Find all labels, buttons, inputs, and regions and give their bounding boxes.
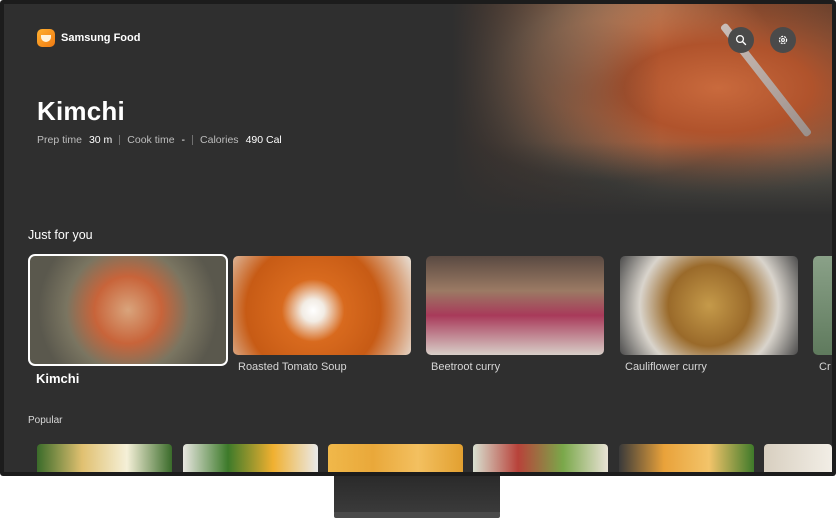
tv-stand-base xyxy=(334,512,500,518)
recipe-card-kimchi[interactable] xyxy=(28,254,228,366)
recipe-title: Kimchi xyxy=(37,96,125,126)
search-icon xyxy=(735,34,747,46)
app-name: Samsung Food xyxy=(61,32,141,44)
recipe-card-title: Cauliflower curry xyxy=(625,361,707,373)
popular-card[interactable] xyxy=(473,444,608,472)
recipe-card-title: Roasted Tomato Soup xyxy=(238,361,347,373)
recipe-meta: Prep time 30 m Cook time - Calories 490 … xyxy=(37,134,282,146)
search-button[interactable] xyxy=(728,27,754,53)
recipe-card-title: Cr xyxy=(819,361,831,373)
popular-card[interactable] xyxy=(183,444,318,472)
recipe-card-cauliflower-curry[interactable] xyxy=(620,256,798,355)
tv-frame: Samsung Food Kimchi Prep time 30 m Cook … xyxy=(0,0,836,476)
samsung-food-logo-icon xyxy=(37,29,55,47)
calories-value: 490 Cal xyxy=(245,134,282,146)
recipe-card-roasted-tomato-soup[interactable] xyxy=(233,256,411,355)
popular-card[interactable] xyxy=(37,444,172,472)
recipe-card-partial[interactable] xyxy=(813,256,832,355)
cook-time-value: - xyxy=(181,134,186,146)
popular-card[interactable] xyxy=(619,444,754,472)
tv-screen: Samsung Food Kimchi Prep time 30 m Cook … xyxy=(4,4,832,472)
section-title-popular: Popular xyxy=(28,415,63,426)
recipe-card-title: Beetroot curry xyxy=(431,361,501,373)
gear-icon xyxy=(778,35,788,45)
meta-divider xyxy=(119,135,121,145)
popular-card[interactable] xyxy=(764,444,832,472)
recipe-card-beetroot-curry[interactable] xyxy=(426,256,604,355)
calories-label: Calories xyxy=(200,134,239,146)
cook-time-label: Cook time xyxy=(127,134,175,146)
popular-card[interactable] xyxy=(328,444,463,472)
recipe-card-title: Kimchi xyxy=(36,371,80,386)
prep-time-label: Prep time xyxy=(37,134,82,146)
tv-stand xyxy=(334,476,500,516)
meta-divider xyxy=(192,135,194,145)
prep-time-value: 30 m xyxy=(88,134,113,146)
section-title-just-for-you: Just for you xyxy=(28,228,93,242)
settings-button[interactable] xyxy=(770,27,796,53)
app-brand: Samsung Food xyxy=(37,29,140,47)
